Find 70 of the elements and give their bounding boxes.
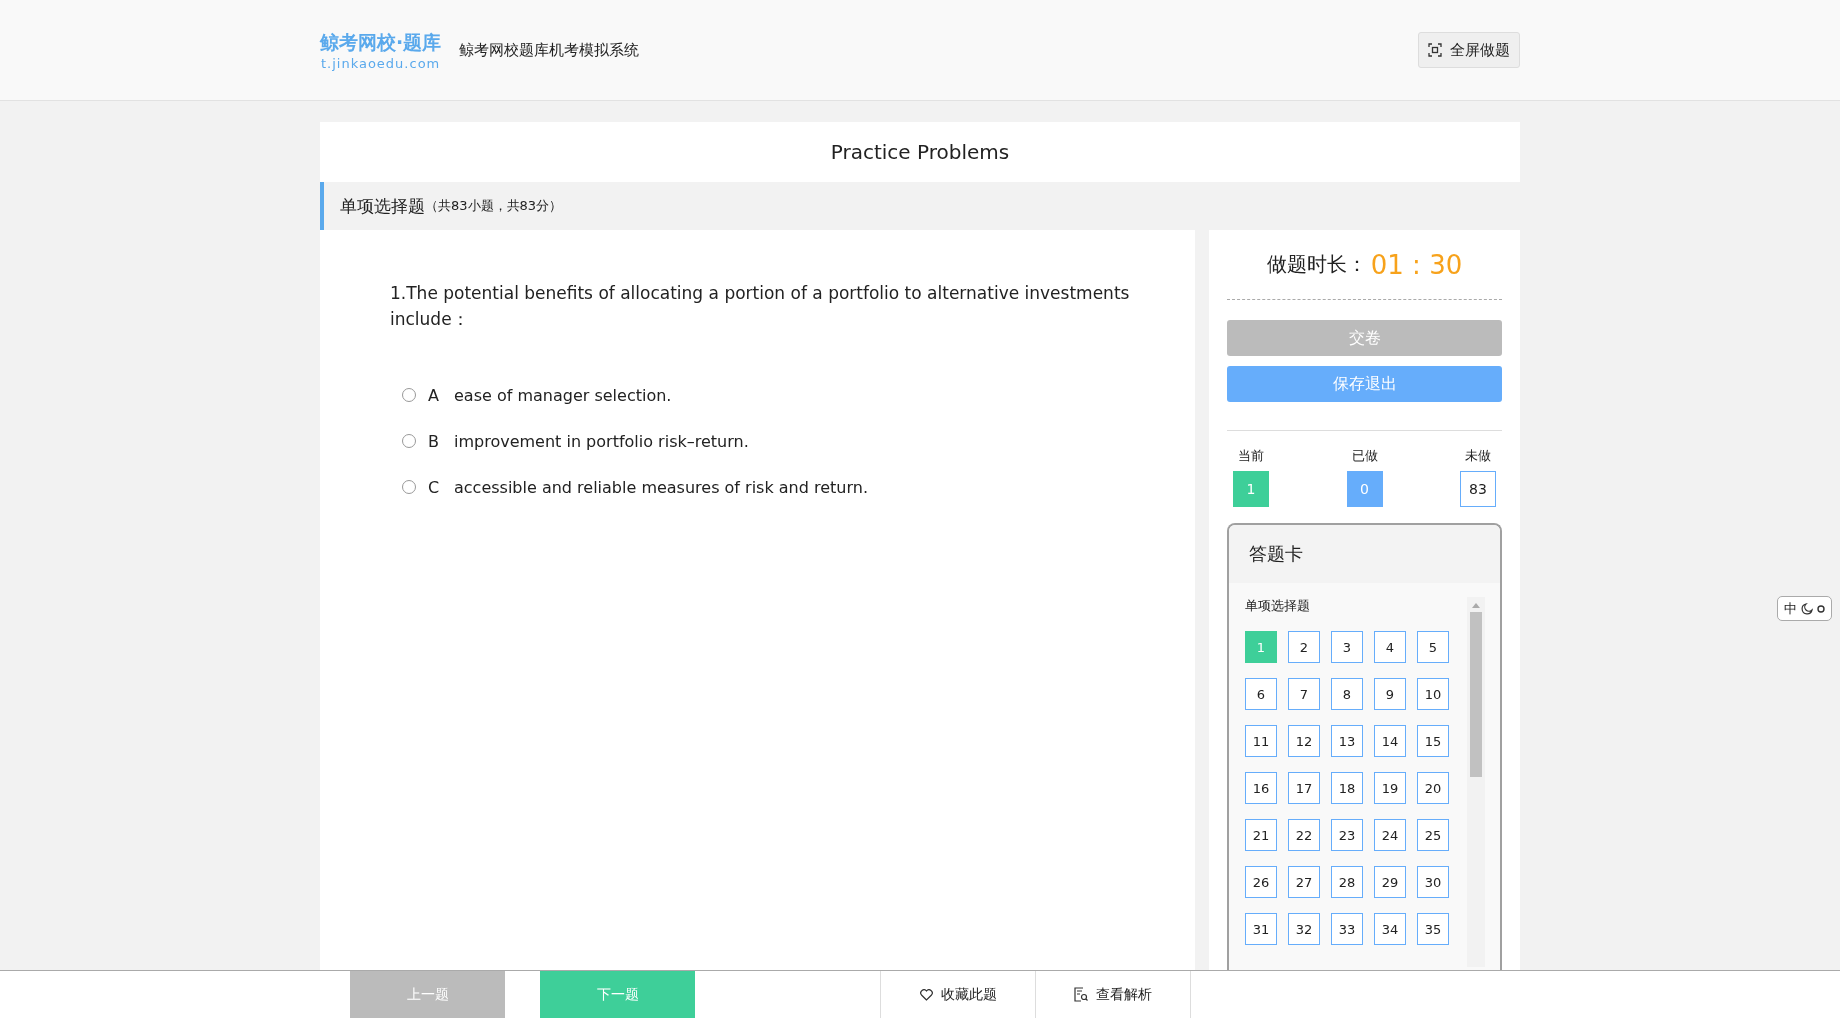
question-number[interactable]: 17: [1288, 772, 1320, 804]
question-number[interactable]: 10: [1417, 678, 1449, 710]
option-text: ease of manager selection.: [454, 385, 672, 405]
logo-title: 鲸考网校·题库: [320, 29, 442, 55]
question-number[interactable]: 26: [1245, 866, 1277, 898]
question-number[interactable]: 30: [1417, 866, 1449, 898]
question-number[interactable]: 18: [1331, 772, 1363, 804]
question-number[interactable]: 35: [1417, 913, 1449, 945]
radio-button[interactable]: [402, 434, 416, 448]
paper-title: Practice Problems: [320, 122, 1520, 182]
section-name: 单项选择题: [340, 194, 425, 218]
question-number[interactable]: 28: [1331, 866, 1363, 898]
system-name: 鲸考网校题库机考模拟系统: [459, 40, 640, 60]
question-number[interactable]: 8: [1331, 678, 1363, 710]
stat-count: 1: [1233, 471, 1269, 507]
question-number[interactable]: 9: [1374, 678, 1406, 710]
question-number[interactable]: 14: [1374, 725, 1406, 757]
scroll-up-icon: [1472, 603, 1480, 608]
question-number[interactable]: 33: [1331, 913, 1363, 945]
question-number[interactable]: 16: [1245, 772, 1277, 804]
answer-card-title: 答题卡: [1229, 525, 1500, 583]
option-text: improvement in portfolio risk–return.: [454, 431, 749, 451]
stat-count: 0: [1346, 471, 1383, 507]
question-number[interactable]: 11: [1245, 725, 1277, 757]
circle-icon: [1817, 604, 1825, 613]
ime-indicator[interactable]: 中: [1777, 596, 1832, 621]
fullscreen-button[interactable]: 全屏做题: [1418, 32, 1520, 68]
question-number[interactable]: 20: [1417, 772, 1449, 804]
document-search-icon: [1074, 987, 1088, 1002]
question-number[interactable]: 6: [1245, 678, 1277, 710]
question-number[interactable]: 23: [1331, 819, 1363, 851]
question-number[interactable]: 24: [1374, 819, 1406, 851]
stat-label: 未做: [1465, 447, 1491, 465]
question-number[interactable]: 32: [1288, 913, 1320, 945]
option-letter: B: [428, 431, 440, 451]
question-number[interactable]: 34: [1374, 913, 1406, 945]
stat-label: 已做: [1351, 447, 1378, 465]
radio-button[interactable]: [402, 480, 416, 494]
moon-icon: [1801, 602, 1813, 615]
radio-button[interactable]: [402, 388, 416, 402]
question-number[interactable]: 7: [1288, 678, 1320, 710]
fullscreen-icon: [1428, 43, 1442, 57]
option-letter: C: [428, 477, 441, 497]
timer-value: 01 : 30: [1370, 249, 1463, 280]
option-letter: A: [428, 385, 440, 405]
stat-label: 当前: [1238, 447, 1264, 465]
question-number[interactable]: 13: [1331, 725, 1363, 757]
timer-label: 做题时长：: [1266, 251, 1367, 278]
scrollbar[interactable]: [1467, 597, 1485, 967]
stat-count: 83: [1460, 471, 1496, 507]
question-number[interactable]: 22: [1288, 819, 1320, 851]
question-number[interactable]: 4: [1374, 631, 1406, 663]
question-number[interactable]: 12: [1288, 725, 1320, 757]
question-number[interactable]: 21: [1245, 819, 1277, 851]
heart-icon: [919, 988, 933, 1001]
ime-mode: 中: [1784, 599, 1797, 618]
question-number[interactable]: 29: [1374, 866, 1406, 898]
question-number[interactable]: 15: [1417, 725, 1449, 757]
question-number[interactable]: 3: [1331, 631, 1363, 663]
section-info: （共83小题，共83分）: [425, 197, 563, 215]
option-text: accessible and reliable measures of risk and return.: [454, 477, 868, 497]
question-number[interactable]: 25: [1417, 819, 1449, 851]
question-text: 1.The potential benefits of allocating a portion of a portfolio to alternative investments include：: [390, 282, 1131, 331]
logo-url: t.jinkaoedu.com: [320, 55, 441, 71]
answer-card-section: 单项选择题: [1245, 597, 1449, 615]
question-number[interactable]: 27: [1288, 866, 1320, 898]
question-number[interactable]: 2: [1288, 631, 1320, 663]
question-number[interactable]: 5: [1417, 631, 1449, 663]
question-number[interactable]: 19: [1374, 772, 1406, 804]
question-number[interactable]: 31: [1245, 913, 1277, 945]
